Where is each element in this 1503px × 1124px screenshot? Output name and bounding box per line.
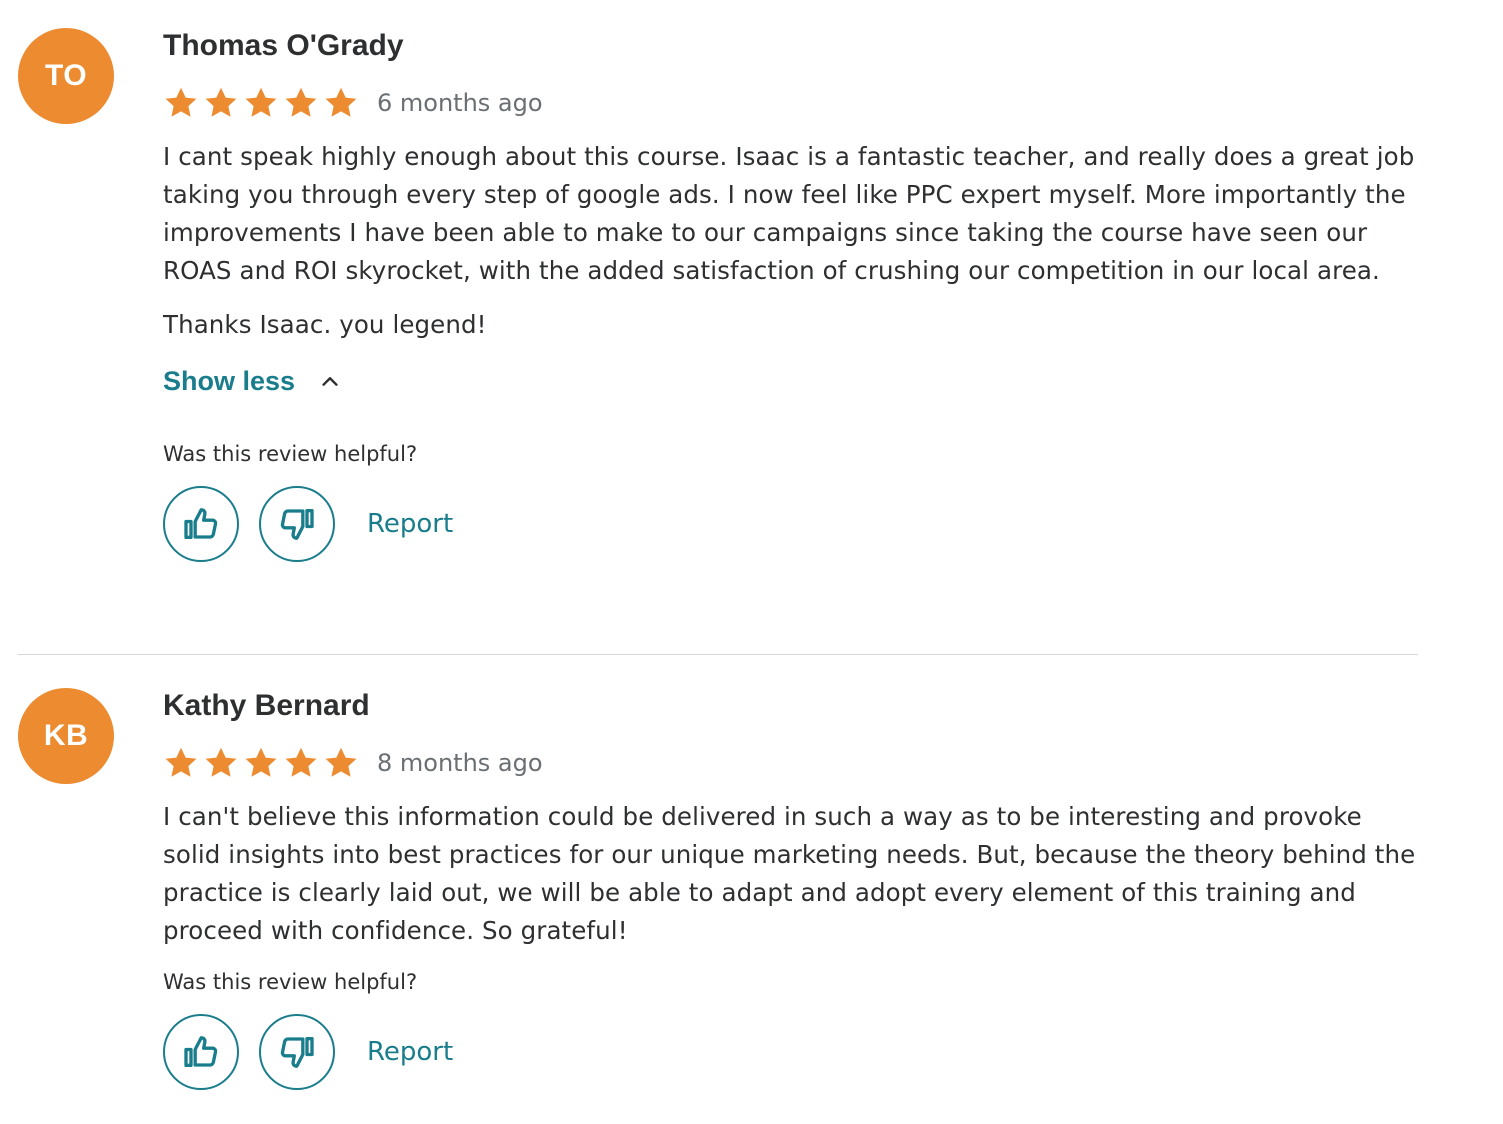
review-time: 8 months ago (377, 749, 543, 777)
avatar-initials: KB (43, 719, 89, 752)
helpful-label: Was this review helpful? (163, 970, 418, 994)
avatar-initials: TO (44, 59, 88, 92)
star-rating (163, 745, 359, 781)
helpful-no-button[interactable] (259, 486, 335, 562)
star-icon (205, 747, 237, 777)
helpful-yes-button[interactable] (163, 486, 239, 562)
avatar: TO (18, 28, 114, 124)
avatar: KB (18, 688, 114, 784)
star-icon (285, 747, 317, 777)
helpful-yes-button[interactable] (163, 1014, 239, 1090)
review-paragraph: Thanks Isaac. you legend! (163, 310, 487, 339)
report-link[interactable]: Report (367, 508, 453, 540)
star-icon (245, 747, 277, 777)
star-icon (245, 87, 277, 117)
star-icon (165, 87, 197, 117)
review-actions: Report (163, 1014, 1420, 1090)
star-rating (163, 85, 359, 121)
chevron-up-icon (322, 377, 338, 386)
star-icon (325, 87, 357, 117)
review-divider (18, 654, 1418, 655)
show-less-button[interactable]: Show less (163, 364, 341, 398)
review-actions: Report (163, 486, 1420, 562)
star-icon (205, 87, 237, 117)
show-less-label: Show less (163, 366, 296, 396)
review-paragraph: I cant speak highly enough about this co… (163, 142, 1415, 285)
star-icon (165, 747, 197, 777)
thumbs-up-icon (184, 1036, 218, 1067)
thumbs-down-icon (280, 1037, 314, 1068)
review-paragraph: I can't believe this information could b… (163, 802, 1416, 945)
rating-row: 6 months ago (163, 84, 1420, 122)
review-time: 6 months ago (377, 89, 543, 117)
thumbs-up-icon (184, 508, 218, 539)
report-link[interactable]: Report (367, 1036, 453, 1068)
star-icon (325, 747, 357, 777)
review-content: Kathy Bernard 8 months ago I can't belie… (163, 688, 1420, 1090)
reviewer-name: Kathy Bernard (163, 689, 370, 722)
review-body: I cant speak highly enough about this co… (163, 138, 1420, 344)
thumbs-down-icon (280, 509, 314, 540)
helpful-no-button[interactable] (259, 1014, 335, 1090)
helpful-label: Was this review helpful? (163, 442, 418, 466)
review-body: I can't believe this information could b… (163, 798, 1420, 950)
reviewer-name: Thomas O'Grady (163, 29, 404, 62)
rating-row: 8 months ago (163, 744, 1420, 782)
star-icon (285, 87, 317, 117)
review-content: Thomas O'Grady 6 months ago I cant speak… (163, 28, 1420, 562)
